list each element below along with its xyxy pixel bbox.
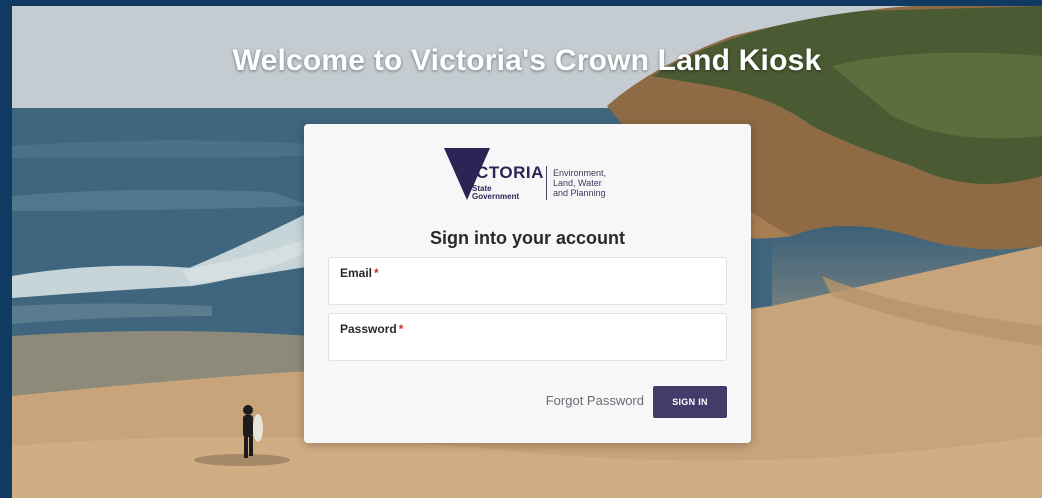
logo-dept-line-2: Land, Water: [553, 178, 602, 188]
password-required-marker: *: [398, 322, 404, 336]
password-input[interactable]: [339, 338, 715, 356]
password-field[interactable]: Password *: [328, 313, 727, 361]
victoria-government-logo: VICTORIA State Government Environment, L…: [444, 148, 614, 204]
email-label: Email *: [340, 266, 379, 280]
email-input[interactable]: [339, 282, 715, 300]
logo-dept-line-3: and Planning: [553, 188, 606, 198]
sign-in-button[interactable]: SIGN IN: [653, 386, 727, 418]
login-heading: Sign into your account: [429, 228, 625, 248]
page-title: Welcome to Victoria's Crown Land Kiosk: [232, 44, 822, 77]
email-field[interactable]: Email *: [328, 257, 727, 305]
page-frame: Welcome to Victoria's Crown Land Kiosk V…: [0, 0, 1042, 498]
logo-department: Environment, Land, Water and Planning: [553, 168, 606, 198]
logo-wordmark: VICTORIA: [459, 163, 544, 182]
logo-sub-government: Government: [472, 192, 520, 201]
email-label-text: Email: [340, 266, 373, 280]
password-label-text: Password: [340, 322, 397, 336]
login-card: VICTORIA State Government Environment, L…: [304, 124, 751, 443]
logo-divider: [546, 166, 547, 200]
email-required-marker: *: [374, 266, 379, 280]
logo-dept-line-1: Environment,: [553, 168, 607, 178]
password-label: Password *: [340, 322, 403, 336]
forgot-password-link[interactable]: Forgot Password: [534, 393, 644, 408]
